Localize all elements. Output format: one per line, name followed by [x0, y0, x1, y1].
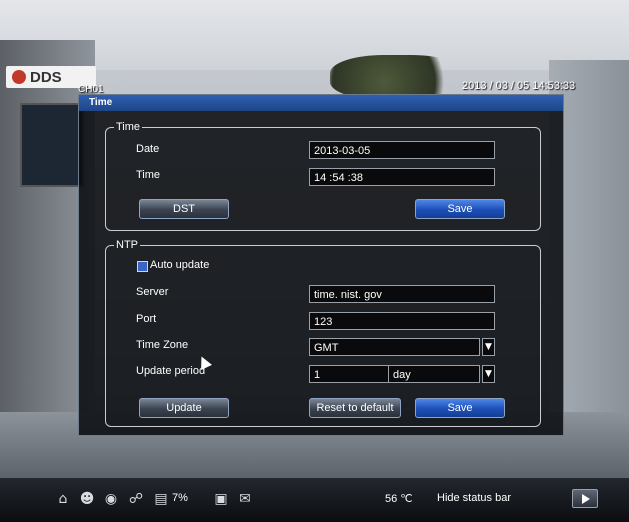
ntp-group-legend: NTP [116, 239, 138, 251]
timezone-label: Time Zone [136, 339, 189, 351]
next-icon[interactable] [572, 489, 598, 508]
timezone-select[interactable]: GMT [309, 338, 480, 356]
reset-to-default-button[interactable]: Reset to default [309, 398, 401, 418]
logo-mark-icon [12, 70, 26, 84]
ntp-save-button[interactable]: Save [415, 398, 505, 418]
time-label: Time [136, 169, 161, 181]
auto-update-label: Auto update [150, 259, 210, 271]
port-label: Port [136, 313, 157, 325]
update-period-label: Update period [136, 365, 206, 377]
home-icon[interactable]: ⌂ [55, 491, 71, 507]
time-save-button[interactable]: Save [415, 199, 505, 219]
date-label: Date [136, 143, 160, 155]
date-field[interactable]: 2013-03-05 [309, 141, 495, 159]
update-period-unit-select[interactable]: day [388, 365, 480, 383]
status-bar: ⌂ ☻ ◉ ☍ ▤ 7% ▣ ✉ 56 ℃ Hide status bar [0, 478, 629, 522]
dst-button[interactable]: DST [139, 199, 229, 219]
mail-icon[interactable]: ✉ [237, 491, 253, 507]
update-period-dropdown-icon[interactable]: ▼ [482, 365, 495, 383]
user-icon[interactable]: ☻ [79, 491, 95, 507]
auto-update-checkbox[interactable] [137, 261, 148, 272]
update-period-field[interactable]: 1 [309, 365, 389, 383]
dialog-title: Time [79, 95, 563, 111]
server-field[interactable]: time. nist. gov [309, 285, 495, 303]
time-group-legend: Time [116, 121, 141, 133]
network-icon[interactable]: ☍ [128, 491, 144, 507]
disk-icon[interactable]: ▤ [153, 491, 169, 507]
logo-text: DDS [30, 68, 62, 86]
network-percent: 7% [172, 492, 188, 504]
hide-status-bar-link[interactable]: Hide status bar [437, 492, 511, 504]
timezone-dropdown-icon[interactable]: ▼ [482, 338, 495, 356]
port-field[interactable]: 123 [309, 312, 495, 330]
background-monitor [20, 103, 84, 187]
temperature-readout: 56 ℃ [385, 493, 413, 505]
monitor-icon[interactable]: ▣ [213, 491, 229, 507]
update-button[interactable]: Update [139, 398, 229, 418]
server-label: Server [136, 286, 169, 298]
time-field[interactable]: 14 :54 :38 [309, 168, 495, 186]
camera-timestamp: 2013 / 03 / 05 14:53:33 [462, 80, 576, 92]
time-dialog: Time Time Date 2013-03-05 Time 14 :54 :3… [78, 94, 564, 436]
record-icon[interactable]: ◉ [103, 491, 119, 507]
